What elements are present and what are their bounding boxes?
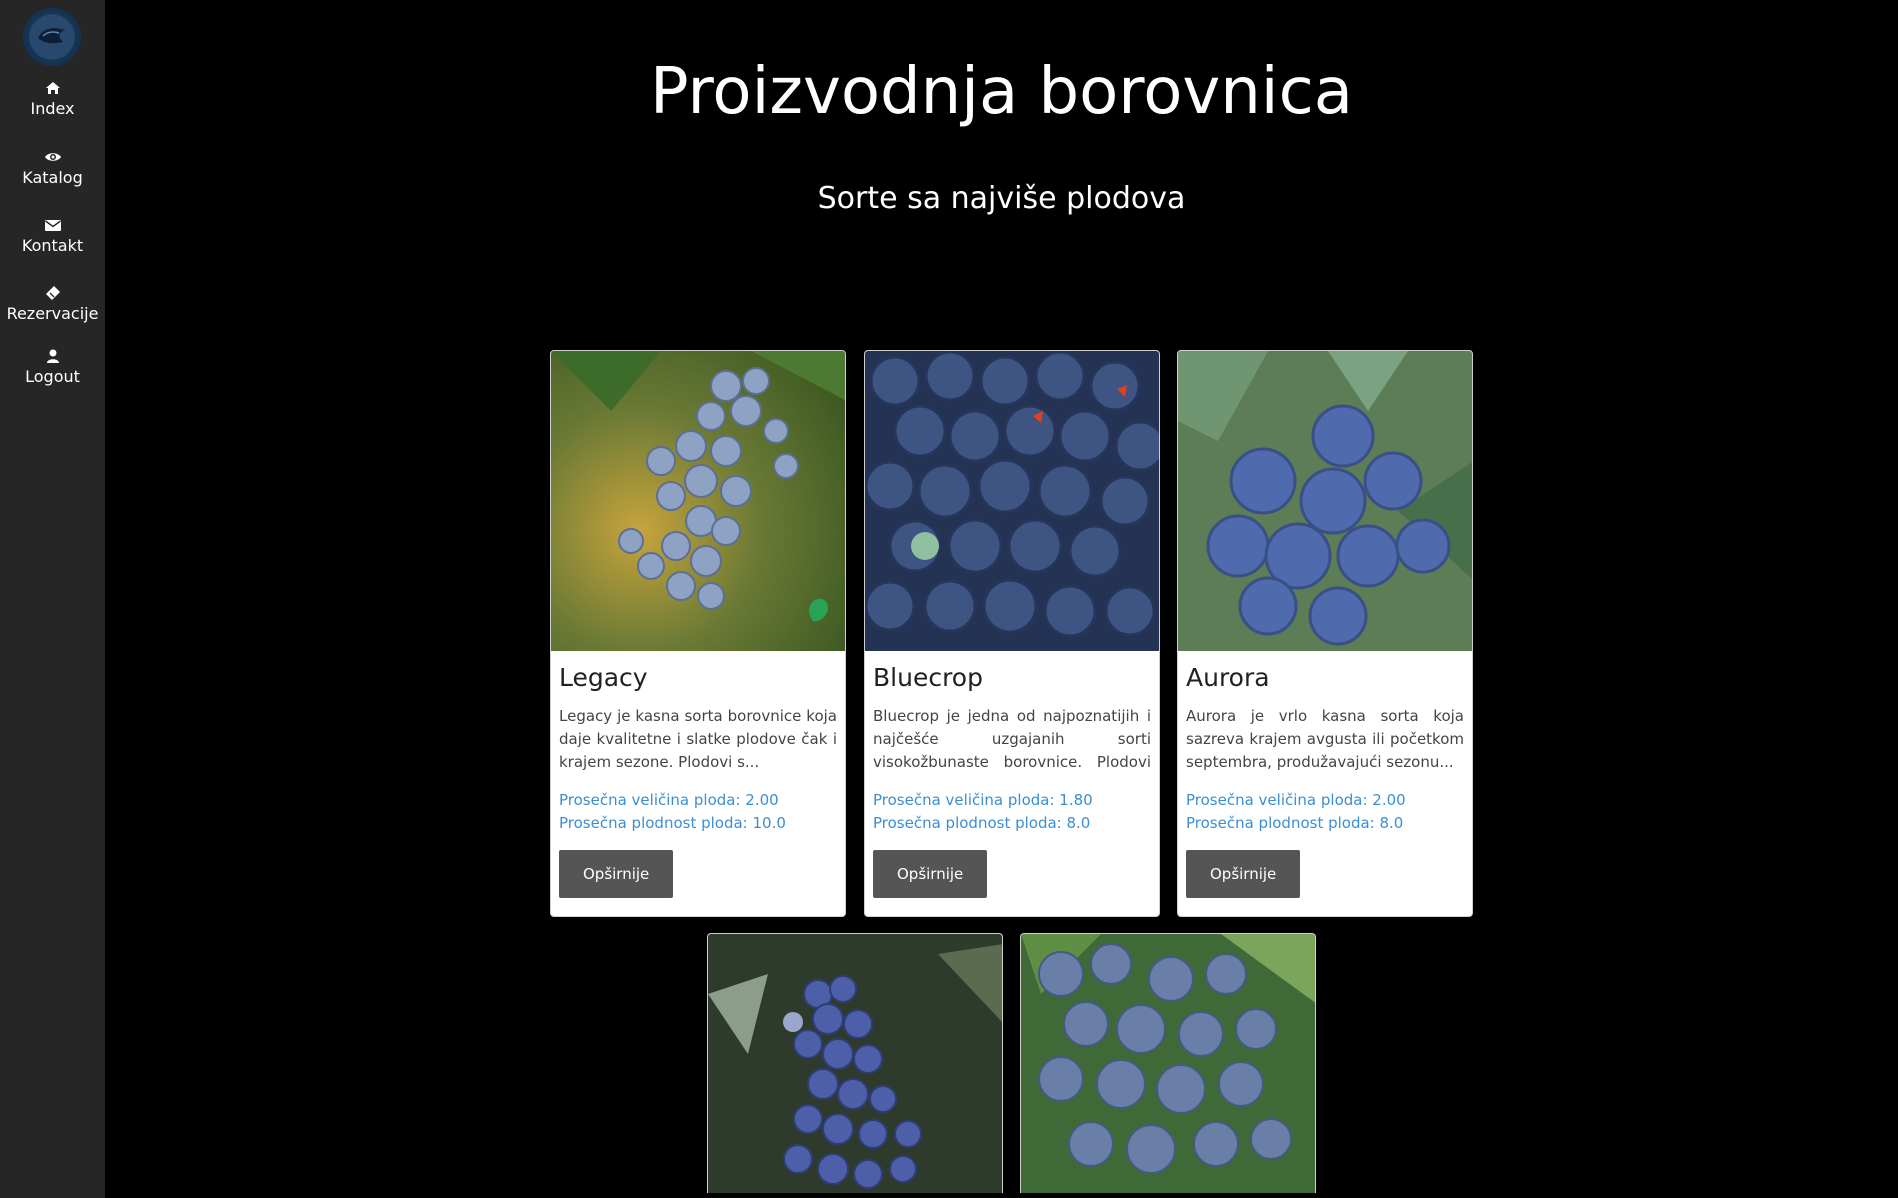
legacy-berries-image: [551, 351, 845, 651]
page-subtitle: Sorte sa najviše plodova: [817, 181, 1186, 216]
card-description: Legacy je kasna sorta borovnice koja daj…: [559, 707, 837, 771]
variety-card-legacy: Legacy Legacy je kasna sorta borovnice k…: [550, 350, 846, 917]
variety-card-fourth: [707, 933, 1003, 1193]
card-title: Bluecrop: [873, 663, 983, 692]
card-yield-stat: Prosečna plodnost ploda: 8.0: [1186, 814, 1404, 832]
berries-cluster-image: [708, 934, 1002, 1193]
card-size-stat: Prosečna veličina ploda: 1.80: [873, 791, 1093, 809]
home-icon: [45, 82, 60, 94]
card-yield-stat: Prosečna plodnost ploda: 8.0: [873, 814, 1091, 832]
sidebar-item-label: Kontakt: [21, 236, 84, 255]
details-button[interactable]: Opširnije: [1186, 850, 1301, 898]
card-description: Bluecrop je jedna od najpoznatijih i naj…: [873, 707, 1151, 771]
card-size-stat: Prosečna veličina ploda: 2.00: [559, 791, 779, 809]
card-title: Aurora: [1186, 663, 1270, 692]
bluecrop-berries-image: [865, 351, 1159, 651]
sidebar-item-label: Logout: [25, 367, 80, 386]
variety-card-bluecrop: Bluecrop Bluecrop je jedna od najpoznati…: [864, 350, 1160, 917]
sidebar-item-label: Katalog: [22, 168, 83, 187]
sidebar-item-label: Index: [30, 99, 75, 118]
details-button[interactable]: Opširnije: [559, 850, 674, 898]
blueberry-logo-icon: [38, 28, 65, 44]
sidebar-item-kontakt[interactable]: Kontakt: [0, 216, 105, 255]
sidebar-item-katalog[interactable]: Katalog: [0, 148, 105, 187]
card-yield-stat: Prosečna plodnost ploda: 10.0: [559, 814, 786, 832]
envelope-icon: [44, 220, 61, 231]
user-icon: [46, 349, 59, 363]
aurora-berries-image: [1178, 351, 1472, 651]
eye-icon: [44, 153, 61, 161]
sidebar-item-logout[interactable]: Logout: [0, 347, 105, 386]
site-logo[interactable]: [23, 8, 81, 66]
sidebar: Index Katalog Kontakt Rezervacije Logout: [0, 0, 105, 1198]
sidebar-item-index[interactable]: Index: [0, 79, 105, 118]
variety-card-fifth: [1020, 933, 1316, 1193]
sidebar-item-label: Rezervacije: [6, 304, 99, 323]
berries-cluster-image: [1021, 934, 1315, 1193]
details-button[interactable]: Opširnije: [873, 850, 988, 898]
variety-card-aurora: Aurora Aurora je vrlo kasna sorta koja s…: [1177, 350, 1473, 917]
page-title: Proizvodnja borovnica: [650, 55, 1353, 129]
card-description: Aurora je vrlo kasna sorta koja sazreva …: [1186, 707, 1464, 771]
sidebar-item-rezervacije[interactable]: Rezervacije: [0, 284, 105, 323]
ticket-icon: [45, 286, 60, 300]
card-title: Legacy: [559, 663, 648, 692]
card-size-stat: Prosečna veličina ploda: 2.00: [1186, 791, 1406, 809]
